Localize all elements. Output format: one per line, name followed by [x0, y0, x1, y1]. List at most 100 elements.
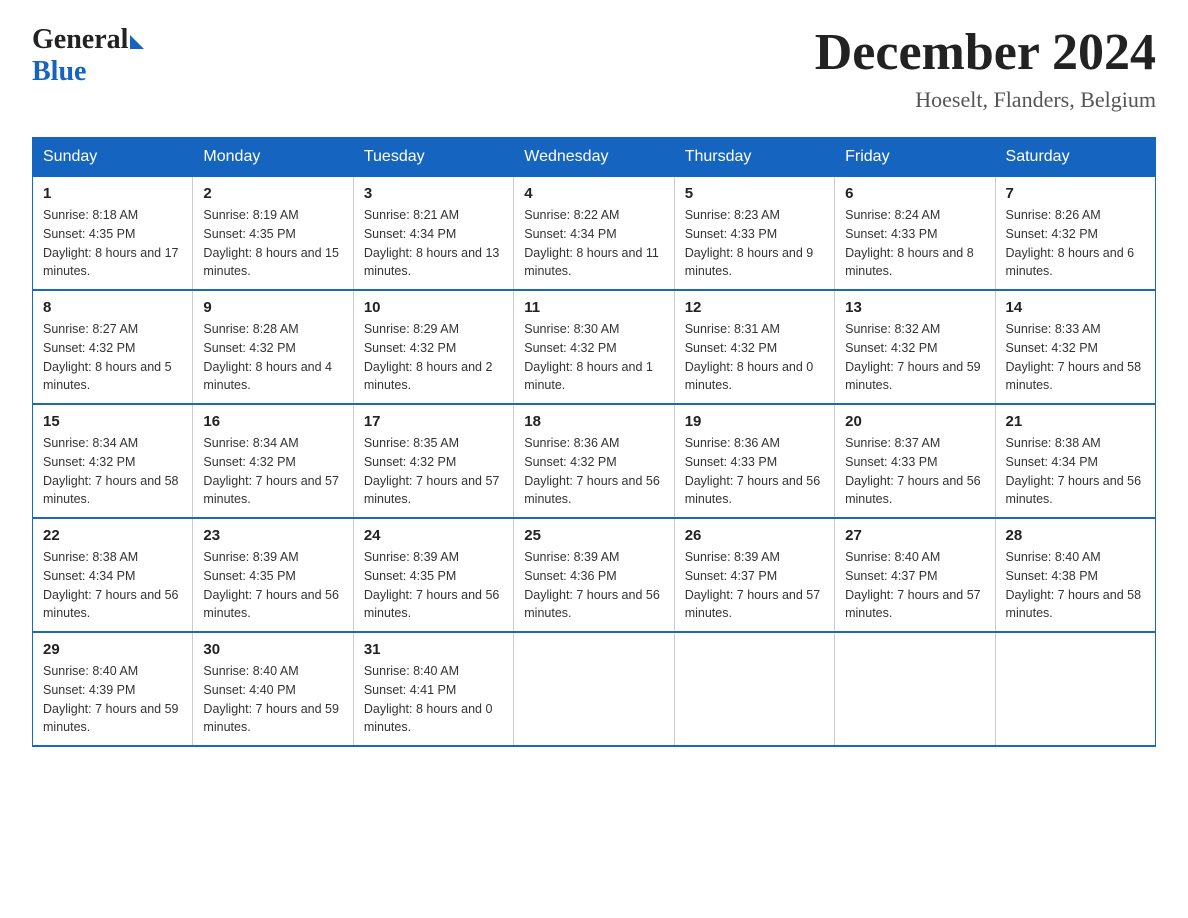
day-number: 13	[845, 299, 984, 316]
header-row: Sunday Monday Tuesday Wednesday Thursday…	[33, 138, 1156, 177]
day-info: Sunrise: 8:22 AMSunset: 4:34 PMDaylight:…	[524, 208, 659, 278]
table-row: 5 Sunrise: 8:23 AMSunset: 4:33 PMDayligh…	[674, 177, 834, 291]
day-info: Sunrise: 8:21 AMSunset: 4:34 PMDaylight:…	[364, 208, 500, 278]
day-info: Sunrise: 8:38 AMSunset: 4:34 PMDaylight:…	[1006, 436, 1142, 506]
table-row: 30 Sunrise: 8:40 AMSunset: 4:40 PMDaylig…	[193, 632, 353, 746]
table-row: 17 Sunrise: 8:35 AMSunset: 4:32 PMDaylig…	[353, 404, 513, 518]
table-row: 8 Sunrise: 8:27 AMSunset: 4:32 PMDayligh…	[33, 290, 193, 404]
day-info: Sunrise: 8:28 AMSunset: 4:32 PMDaylight:…	[203, 322, 332, 392]
day-info: Sunrise: 8:39 AMSunset: 4:35 PMDaylight:…	[203, 550, 339, 620]
day-info: Sunrise: 8:31 AMSunset: 4:32 PMDaylight:…	[685, 322, 814, 392]
table-row	[514, 632, 674, 746]
table-row: 13 Sunrise: 8:32 AMSunset: 4:32 PMDaylig…	[835, 290, 995, 404]
table-row: 6 Sunrise: 8:24 AMSunset: 4:33 PMDayligh…	[835, 177, 995, 291]
table-row: 18 Sunrise: 8:36 AMSunset: 4:32 PMDaylig…	[514, 404, 674, 518]
day-info: Sunrise: 8:38 AMSunset: 4:34 PMDaylight:…	[43, 550, 179, 620]
calendar-header: Sunday Monday Tuesday Wednesday Thursday…	[33, 138, 1156, 177]
col-saturday: Saturday	[995, 138, 1155, 177]
calendar-week-row: 8 Sunrise: 8:27 AMSunset: 4:32 PMDayligh…	[33, 290, 1156, 404]
day-number: 12	[685, 299, 824, 316]
table-row: 29 Sunrise: 8:40 AMSunset: 4:39 PMDaylig…	[33, 632, 193, 746]
day-info: Sunrise: 8:36 AMSunset: 4:33 PMDaylight:…	[685, 436, 821, 506]
table-row: 1 Sunrise: 8:18 AMSunset: 4:35 PMDayligh…	[33, 177, 193, 291]
table-row	[995, 632, 1155, 746]
day-number: 23	[203, 527, 342, 544]
logo-general: General	[32, 24, 128, 56]
day-number: 25	[524, 527, 663, 544]
day-number: 18	[524, 413, 663, 430]
day-info: Sunrise: 8:34 AMSunset: 4:32 PMDaylight:…	[203, 436, 339, 506]
calendar-week-row: 29 Sunrise: 8:40 AMSunset: 4:39 PMDaylig…	[33, 632, 1156, 746]
logo-blue: Blue	[32, 56, 86, 88]
day-info: Sunrise: 8:40 AMSunset: 4:41 PMDaylight:…	[364, 664, 493, 734]
table-row: 27 Sunrise: 8:40 AMSunset: 4:37 PMDaylig…	[835, 518, 995, 632]
calendar-table: Sunday Monday Tuesday Wednesday Thursday…	[32, 137, 1156, 747]
day-info: Sunrise: 8:40 AMSunset: 4:40 PMDaylight:…	[203, 664, 339, 734]
day-number: 16	[203, 413, 342, 430]
table-row: 16 Sunrise: 8:34 AMSunset: 4:32 PMDaylig…	[193, 404, 353, 518]
table-row: 15 Sunrise: 8:34 AMSunset: 4:32 PMDaylig…	[33, 404, 193, 518]
day-number: 20	[845, 413, 984, 430]
table-row: 11 Sunrise: 8:30 AMSunset: 4:32 PMDaylig…	[514, 290, 674, 404]
day-number: 15	[43, 413, 182, 430]
day-number: 3	[364, 185, 503, 202]
table-row: 25 Sunrise: 8:39 AMSunset: 4:36 PMDaylig…	[514, 518, 674, 632]
day-info: Sunrise: 8:39 AMSunset: 4:37 PMDaylight:…	[685, 550, 821, 620]
table-row	[674, 632, 834, 746]
table-row: 21 Sunrise: 8:38 AMSunset: 4:34 PMDaylig…	[995, 404, 1155, 518]
day-info: Sunrise: 8:26 AMSunset: 4:32 PMDaylight:…	[1006, 208, 1135, 278]
day-number: 9	[203, 299, 342, 316]
day-info: Sunrise: 8:37 AMSunset: 4:33 PMDaylight:…	[845, 436, 981, 506]
table-row: 9 Sunrise: 8:28 AMSunset: 4:32 PMDayligh…	[193, 290, 353, 404]
calendar-week-row: 1 Sunrise: 8:18 AMSunset: 4:35 PMDayligh…	[33, 177, 1156, 291]
day-info: Sunrise: 8:36 AMSunset: 4:32 PMDaylight:…	[524, 436, 660, 506]
table-row: 31 Sunrise: 8:40 AMSunset: 4:41 PMDaylig…	[353, 632, 513, 746]
title-block: December 2024 Hoeselt, Flanders, Belgium	[815, 24, 1156, 113]
table-row: 4 Sunrise: 8:22 AMSunset: 4:34 PMDayligh…	[514, 177, 674, 291]
table-row: 22 Sunrise: 8:38 AMSunset: 4:34 PMDaylig…	[33, 518, 193, 632]
table-row	[835, 632, 995, 746]
table-row: 14 Sunrise: 8:33 AMSunset: 4:32 PMDaylig…	[995, 290, 1155, 404]
day-number: 19	[685, 413, 824, 430]
day-info: Sunrise: 8:34 AMSunset: 4:32 PMDaylight:…	[43, 436, 179, 506]
day-number: 24	[364, 527, 503, 544]
day-number: 4	[524, 185, 663, 202]
col-thursday: Thursday	[674, 138, 834, 177]
day-number: 10	[364, 299, 503, 316]
table-row: 2 Sunrise: 8:19 AMSunset: 4:35 PMDayligh…	[193, 177, 353, 291]
col-tuesday: Tuesday	[353, 138, 513, 177]
calendar-week-row: 15 Sunrise: 8:34 AMSunset: 4:32 PMDaylig…	[33, 404, 1156, 518]
table-row: 28 Sunrise: 8:40 AMSunset: 4:38 PMDaylig…	[995, 518, 1155, 632]
table-row: 23 Sunrise: 8:39 AMSunset: 4:35 PMDaylig…	[193, 518, 353, 632]
table-row: 24 Sunrise: 8:39 AMSunset: 4:35 PMDaylig…	[353, 518, 513, 632]
day-number: 27	[845, 527, 984, 544]
col-friday: Friday	[835, 138, 995, 177]
logo-arrow-icon	[130, 35, 144, 49]
day-number: 21	[1006, 413, 1145, 430]
day-number: 6	[845, 185, 984, 202]
day-number: 17	[364, 413, 503, 430]
day-info: Sunrise: 8:29 AMSunset: 4:32 PMDaylight:…	[364, 322, 493, 392]
day-number: 26	[685, 527, 824, 544]
day-number: 22	[43, 527, 182, 544]
day-info: Sunrise: 8:30 AMSunset: 4:32 PMDaylight:…	[524, 322, 653, 392]
table-row: 20 Sunrise: 8:37 AMSunset: 4:33 PMDaylig…	[835, 404, 995, 518]
day-number: 11	[524, 299, 663, 316]
day-number: 8	[43, 299, 182, 316]
day-number: 28	[1006, 527, 1145, 544]
col-wednesday: Wednesday	[514, 138, 674, 177]
day-info: Sunrise: 8:27 AMSunset: 4:32 PMDaylight:…	[43, 322, 172, 392]
day-number: 1	[43, 185, 182, 202]
day-number: 29	[43, 641, 182, 658]
day-info: Sunrise: 8:35 AMSunset: 4:32 PMDaylight:…	[364, 436, 500, 506]
page-header: General Blue December 2024 Hoeselt, Flan…	[32, 24, 1156, 113]
day-info: Sunrise: 8:18 AMSunset: 4:35 PMDaylight:…	[43, 208, 179, 278]
day-info: Sunrise: 8:24 AMSunset: 4:33 PMDaylight:…	[845, 208, 974, 278]
day-number: 5	[685, 185, 824, 202]
col-sunday: Sunday	[33, 138, 193, 177]
day-number: 2	[203, 185, 342, 202]
logo: General Blue	[32, 24, 144, 88]
day-info: Sunrise: 8:40 AMSunset: 4:39 PMDaylight:…	[43, 664, 179, 734]
table-row: 12 Sunrise: 8:31 AMSunset: 4:32 PMDaylig…	[674, 290, 834, 404]
day-info: Sunrise: 8:19 AMSunset: 4:35 PMDaylight:…	[203, 208, 339, 278]
